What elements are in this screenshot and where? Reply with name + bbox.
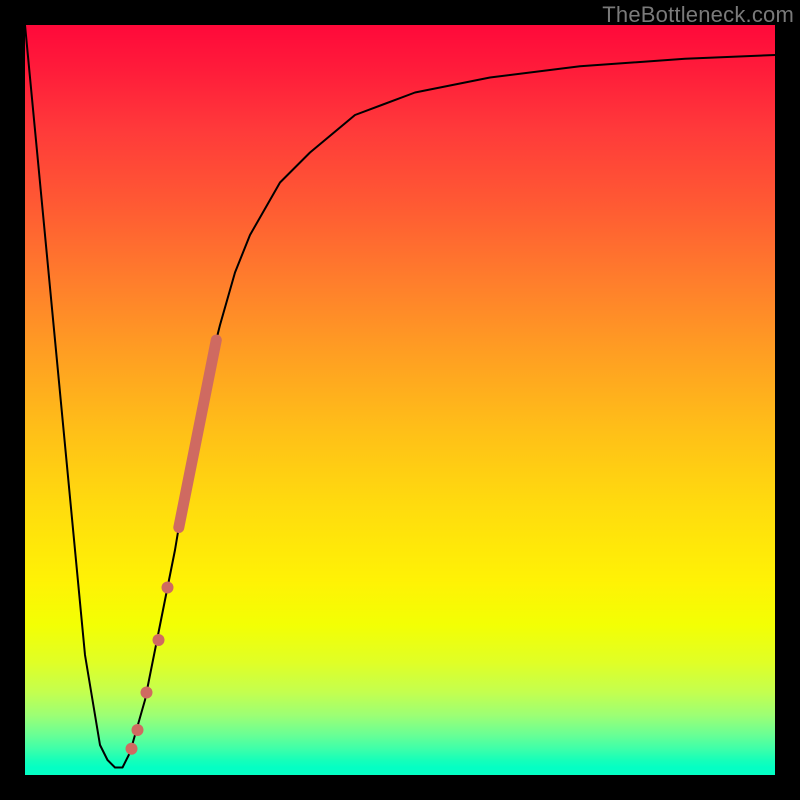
curve-svg [25, 25, 775, 775]
highlight-dot [153, 634, 165, 646]
plot-area [25, 25, 775, 775]
highlight-segment [179, 340, 217, 528]
chart-frame: TheBottleneck.com [0, 0, 800, 800]
highlight-dots [126, 582, 174, 755]
highlight-dot [141, 687, 153, 699]
highlight-dot [132, 724, 144, 736]
highlight-dot [126, 743, 138, 755]
bottleneck-curve [25, 25, 775, 768]
highlight-dot [162, 582, 174, 594]
